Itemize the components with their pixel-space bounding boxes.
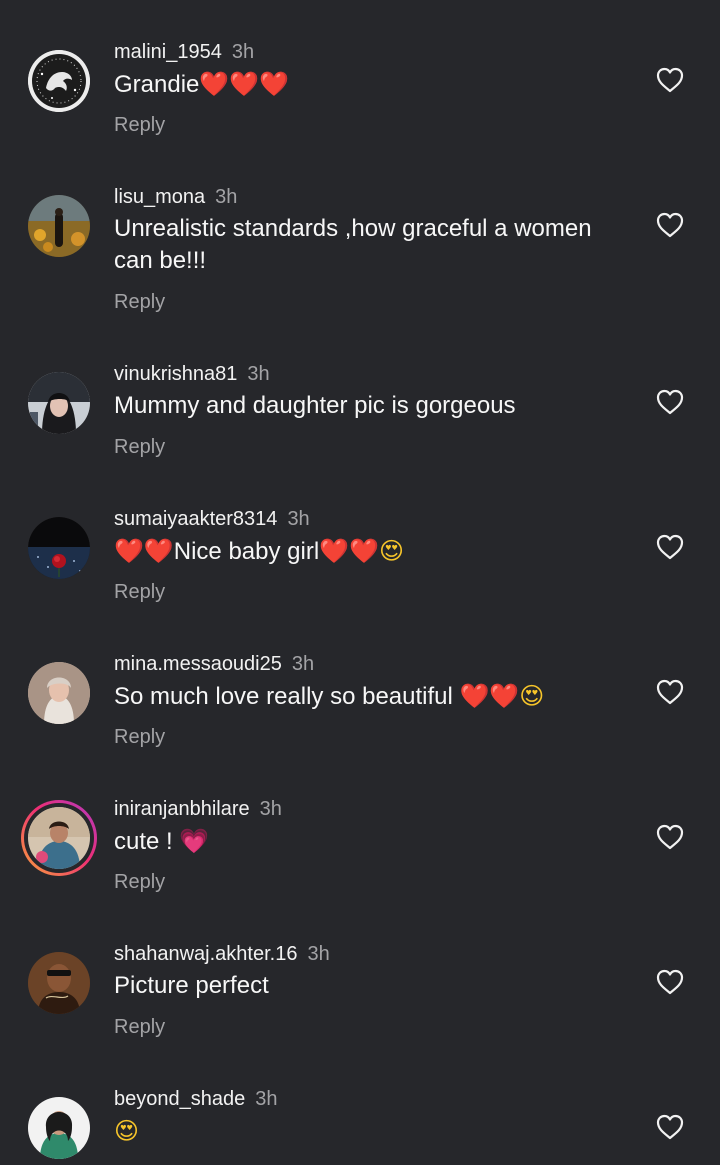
- comment-item: lisu_mona 3h Unrealistic standards ,how g…: [0, 181, 720, 356]
- timestamp: 3h: [259, 798, 282, 820]
- comment-text: ❤️❤️Nice baby girl❤️❤️😍: [114, 535, 614, 568]
- comment-text-body: Nice baby girl: [173, 538, 320, 565]
- avatar[interactable]: [28, 662, 90, 724]
- heart-emoji: ❤️❤️: [459, 682, 520, 710]
- comment-item: beyond_shade 3h 😍: [0, 1083, 720, 1165]
- avatar[interactable]: [28, 195, 90, 257]
- heart-eyes-emoji: 😍: [519, 682, 545, 710]
- reply-button[interactable]: Reply: [114, 871, 165, 894]
- reply-button[interactable]: Reply: [114, 291, 165, 314]
- timestamp: 3h: [287, 508, 310, 530]
- reply-button[interactable]: Reply: [114, 114, 165, 137]
- username[interactable]: sumaiyaakter8314: [114, 508, 277, 530]
- comment-text: Unrealistic standards ,how graceful a wo…: [114, 213, 614, 277]
- heart-emoji: ❤️❤️: [114, 537, 174, 565]
- comment-text-line: Unrealistic standards ,how graceful a wo…: [114, 215, 592, 242]
- comment-text: 😍: [114, 1115, 614, 1148]
- timestamp: 3h: [247, 363, 270, 385]
- heart-outline-icon[interactable]: [655, 533, 685, 561]
- username[interactable]: shahanwaj.akhter.16: [114, 943, 297, 965]
- comment-text-body: Grandie: [114, 71, 200, 98]
- comment-item: malini_1954 3h Grandie❤️❤️❤️ Reply: [0, 36, 720, 181]
- heart-outline-icon[interactable]: [655, 823, 685, 851]
- comment-text: Mummy and daughter pic is gorgeous: [114, 392, 516, 419]
- reply-button[interactable]: Reply: [114, 1016, 165, 1039]
- comment-item: shahanwaj.akhter.16 3h Picture perfect Re…: [0, 938, 720, 1083]
- pink-heart-emoji: 💗: [179, 827, 210, 855]
- comment-text: Picture perfect: [114, 972, 269, 999]
- top-cut-off-text: ·· · ··: [0, 0, 720, 12]
- reply-button[interactable]: Reply: [114, 726, 165, 749]
- timestamp: 3h: [255, 1088, 278, 1110]
- heart-outline-icon[interactable]: [655, 678, 685, 706]
- timestamp: 3h: [307, 943, 330, 965]
- timestamp: 3h: [231, 41, 255, 63]
- avatar[interactable]: [28, 952, 90, 1014]
- comment-text: Grandie❤️❤️❤️: [114, 68, 614, 101]
- comment-text-line: can be!!!: [114, 247, 207, 274]
- comment-item: sumaiyaakter8314 3h ❤️❤️Nice baby girl❤️❤…: [0, 503, 720, 648]
- heart-eyes-emoji: 😍: [114, 1117, 140, 1145]
- avatar: [28, 807, 90, 869]
- comment-text-body: cute !: [114, 828, 180, 855]
- comment-item: iniranjanbhilare 3h cute ! 💗 Reply: [0, 793, 720, 938]
- avatar-story-ring[interactable]: [21, 800, 97, 876]
- avatar[interactable]: [28, 1097, 90, 1159]
- comment-text: So much love really so beautiful ❤️❤️😍: [114, 680, 614, 713]
- heart-emoji: ❤️❤️: [319, 537, 379, 565]
- username[interactable]: beyond_shade: [114, 1088, 245, 1110]
- username[interactable]: vinukrishna81: [114, 363, 237, 385]
- story-ring-gap: [24, 803, 94, 873]
- comment-item: vinukrishna81 3h Mummy and daughter pic i…: [0, 358, 720, 503]
- username[interactable]: mina.messaoudi25: [114, 653, 282, 675]
- reply-button[interactable]: Reply: [114, 581, 165, 604]
- username[interactable]: iniranjanbhilare: [114, 798, 250, 820]
- heart-outline-icon[interactable]: [655, 968, 685, 996]
- heart-outline-icon[interactable]: [655, 1113, 685, 1141]
- comment-text: cute ! 💗: [114, 825, 614, 858]
- comment-item: mina.messaoudi25 3h So much love really s…: [0, 648, 720, 793]
- heart-eyes-emoji: 😍: [378, 537, 404, 565]
- username[interactable]: malini_1954: [114, 41, 222, 63]
- reply-button[interactable]: Reply: [114, 436, 165, 459]
- timestamp: 3h: [291, 653, 315, 675]
- heart-outline-icon[interactable]: [655, 388, 685, 416]
- heart-outline-icon[interactable]: [655, 66, 685, 94]
- timestamp: 3h: [215, 186, 238, 208]
- avatar[interactable]: [28, 517, 90, 579]
- comment-text-body: So much love really so beautiful: [114, 683, 460, 710]
- heart-emoji: ❤️❤️❤️: [199, 70, 290, 98]
- heart-outline-icon[interactable]: [655, 211, 685, 239]
- avatar[interactable]: [28, 372, 90, 434]
- username[interactable]: lisu_mona: [114, 186, 205, 208]
- avatar[interactable]: [28, 50, 90, 112]
